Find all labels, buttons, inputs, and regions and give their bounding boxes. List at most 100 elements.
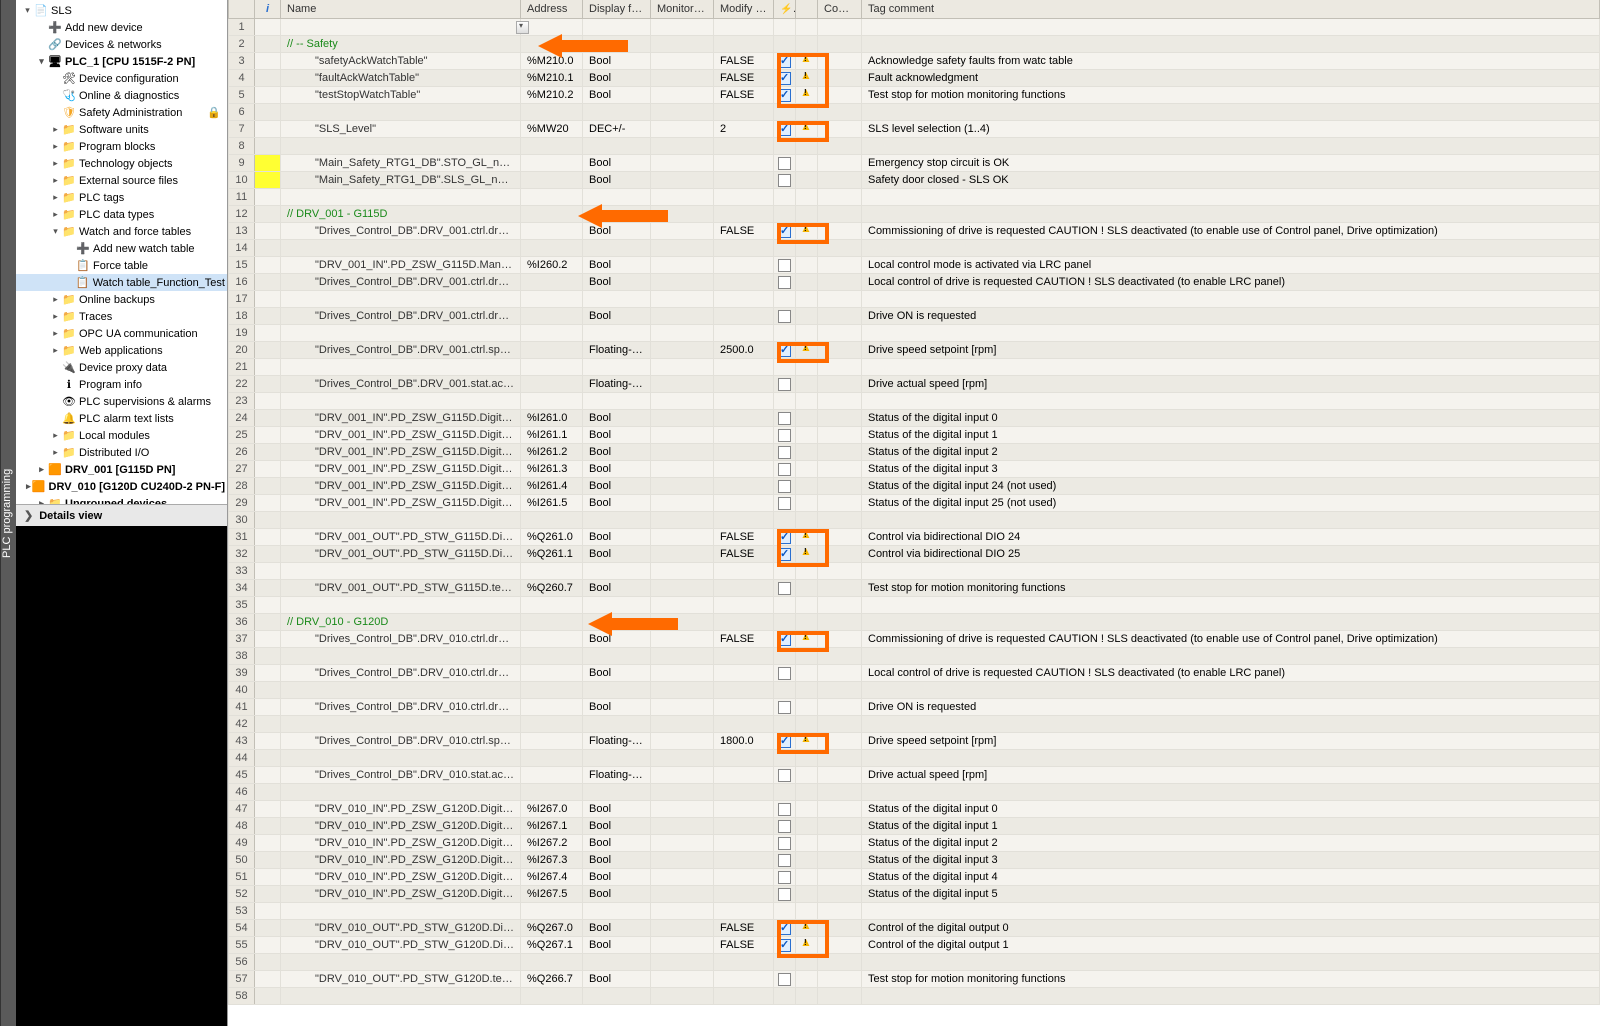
address-cell[interactable] bbox=[521, 665, 583, 682]
tree-item[interactable]: 📋Watch table_Function_Test bbox=[16, 274, 227, 291]
expand-icon[interactable]: ▸ bbox=[50, 345, 61, 356]
tagcomment-cell[interactable] bbox=[862, 240, 1600, 257]
name-cell[interactable] bbox=[281, 784, 521, 801]
modify-cell[interactable] bbox=[714, 903, 774, 920]
expand-icon[interactable]: ▸ bbox=[50, 209, 61, 220]
modify-cell[interactable] bbox=[714, 750, 774, 767]
modify-checkbox[interactable] bbox=[778, 412, 791, 425]
flash-cell[interactable] bbox=[774, 801, 796, 818]
modify-cell[interactable]: FALSE bbox=[714, 631, 774, 648]
comment-cell[interactable] bbox=[818, 631, 862, 648]
address-cell[interactable] bbox=[521, 699, 583, 716]
flash-cell[interactable] bbox=[774, 410, 796, 427]
table-row[interactable]: 30 bbox=[229, 512, 1600, 529]
table-row[interactable]: 53 bbox=[229, 903, 1600, 920]
modify-cell[interactable] bbox=[714, 36, 774, 53]
address-cell[interactable] bbox=[521, 155, 583, 172]
table-row[interactable]: 27"DRV_001_IN".PD_ZSW_G115D.DigitalInput… bbox=[229, 461, 1600, 478]
address-cell[interactable] bbox=[521, 512, 583, 529]
table-row[interactable]: 20"Drives_Control_DB".DRV_001.ctrl.speed… bbox=[229, 342, 1600, 359]
comment-cell[interactable] bbox=[818, 495, 862, 512]
flash-cell[interactable] bbox=[774, 954, 796, 971]
tagcomment-cell[interactable]: Control of the digital output 1 bbox=[862, 937, 1600, 954]
watch-table-scroll[interactable]: i Name Address Display format Monitor va… bbox=[228, 0, 1600, 1026]
modify-checkbox[interactable] bbox=[778, 531, 791, 544]
modify-checkbox[interactable] bbox=[778, 803, 791, 816]
tree-item[interactable]: ▸📁Program blocks bbox=[16, 138, 227, 155]
display-cell[interactable] bbox=[583, 563, 651, 580]
comment-cell[interactable] bbox=[818, 53, 862, 70]
comment-cell[interactable] bbox=[818, 512, 862, 529]
name-cell[interactable] bbox=[281, 291, 521, 308]
display-cell[interactable]: Bool bbox=[583, 308, 651, 325]
tagcomment-cell[interactable]: Drive speed setpoint [rpm] bbox=[862, 733, 1600, 750]
name-cell[interactable] bbox=[281, 682, 521, 699]
modify-cell[interactable] bbox=[714, 954, 774, 971]
flash-cell[interactable] bbox=[774, 359, 796, 376]
modify-checkbox[interactable] bbox=[778, 89, 791, 102]
address-cell[interactable] bbox=[521, 614, 583, 631]
tagcomment-cell[interactable]: Control via bidirectional DIO 25 bbox=[862, 546, 1600, 563]
address-cell[interactable]: %MW20 bbox=[521, 121, 583, 138]
display-cell[interactable] bbox=[583, 359, 651, 376]
expand-icon[interactable]: ▸ bbox=[26, 481, 31, 492]
table-row[interactable]: 51"DRV_010_IN".PD_ZSW_G120D.DigitalInput… bbox=[229, 869, 1600, 886]
flash-cell[interactable] bbox=[774, 478, 796, 495]
flash-cell[interactable] bbox=[774, 716, 796, 733]
tagcomment-cell[interactable] bbox=[862, 954, 1600, 971]
name-cell[interactable]: "DRV_001_IN".PD_ZSW_G115D.DigitalInput_0… bbox=[281, 410, 521, 427]
comment-cell[interactable] bbox=[818, 342, 862, 359]
tree-item[interactable]: ▸📁Traces bbox=[16, 308, 227, 325]
display-cell[interactable]: Bool bbox=[583, 580, 651, 597]
comment-cell[interactable] bbox=[818, 461, 862, 478]
flash-cell[interactable] bbox=[774, 138, 796, 155]
address-cell[interactable]: %M210.2 bbox=[521, 87, 583, 104]
modify-checkbox[interactable] bbox=[778, 922, 791, 935]
tree-item[interactable]: ▸📁Ungrouped devices bbox=[16, 495, 227, 504]
tagcomment-cell[interactable]: Status of the digital input 25 (not used… bbox=[862, 495, 1600, 512]
flash-cell[interactable] bbox=[774, 36, 796, 53]
tagcomment-cell[interactable]: Acknowledge safety faults from watc tabl… bbox=[862, 53, 1600, 70]
address-cell[interactable]: %I267.5 bbox=[521, 886, 583, 903]
modify-cell[interactable] bbox=[714, 393, 774, 410]
tagcomment-cell[interactable]: Status of the digital input 1 bbox=[862, 427, 1600, 444]
modify-checkbox[interactable] bbox=[778, 939, 791, 952]
table-row[interactable]: 3"safetyAckWatchTable"%M210.0BoolFALSEAc… bbox=[229, 53, 1600, 70]
tagcomment-cell[interactable]: Status of the digital input 0 bbox=[862, 801, 1600, 818]
tagcomment-cell[interactable] bbox=[862, 325, 1600, 342]
modify-checkbox[interactable] bbox=[778, 72, 791, 85]
comment-cell[interactable] bbox=[818, 529, 862, 546]
display-cell[interactable] bbox=[583, 903, 651, 920]
name-cell[interactable]: "DRV_001_IN".PD_ZSW_G115D.DigitalInput_0… bbox=[281, 461, 521, 478]
modify-cell[interactable] bbox=[714, 444, 774, 461]
tagcomment-cell[interactable] bbox=[862, 597, 1600, 614]
display-cell[interactable] bbox=[583, 291, 651, 308]
flash-cell[interactable] bbox=[774, 767, 796, 784]
address-cell[interactable]: %I267.2 bbox=[521, 835, 583, 852]
table-row[interactable]: 15"DRV_001_IN".PD_ZSW_G115D.ManualModeAc… bbox=[229, 257, 1600, 274]
address-cell[interactable] bbox=[521, 342, 583, 359]
name-cell[interactable]: // DRV_010 - G120D bbox=[281, 614, 521, 631]
name-cell[interactable]: "Drives_Control_DB".DRV_010.ctrl.speedSp bbox=[281, 733, 521, 750]
name-cell[interactable]: "DRV_001_IN".PD_ZSW_G115D.DigitalInput_2… bbox=[281, 495, 521, 512]
tagcomment-cell[interactable]: Drive ON is requested bbox=[862, 308, 1600, 325]
modify-cell[interactable] bbox=[714, 359, 774, 376]
table-row[interactable]: 2// -- Safety bbox=[229, 36, 1600, 53]
display-cell[interactable] bbox=[583, 954, 651, 971]
expand-icon[interactable]: ▸ bbox=[50, 328, 61, 339]
modify-cell[interactable]: FALSE bbox=[714, 70, 774, 87]
table-row[interactable]: 41"Drives_Control_DB".DRV_010.ctrl.drvOn… bbox=[229, 699, 1600, 716]
flash-cell[interactable] bbox=[774, 70, 796, 87]
comment-cell[interactable] bbox=[818, 155, 862, 172]
modify-cell[interactable] bbox=[714, 580, 774, 597]
address-cell[interactable] bbox=[521, 274, 583, 291]
address-cell[interactable]: %Q260.7 bbox=[521, 580, 583, 597]
flash-cell[interactable] bbox=[774, 155, 796, 172]
tree-item[interactable]: ▸📁External source files bbox=[16, 172, 227, 189]
address-cell[interactable] bbox=[521, 223, 583, 240]
display-cell[interactable] bbox=[583, 682, 651, 699]
flash-cell[interactable] bbox=[774, 937, 796, 954]
tagcomment-cell[interactable]: Drive ON is requested bbox=[862, 699, 1600, 716]
comment-cell[interactable] bbox=[818, 410, 862, 427]
modify-checkbox[interactable] bbox=[778, 123, 791, 136]
